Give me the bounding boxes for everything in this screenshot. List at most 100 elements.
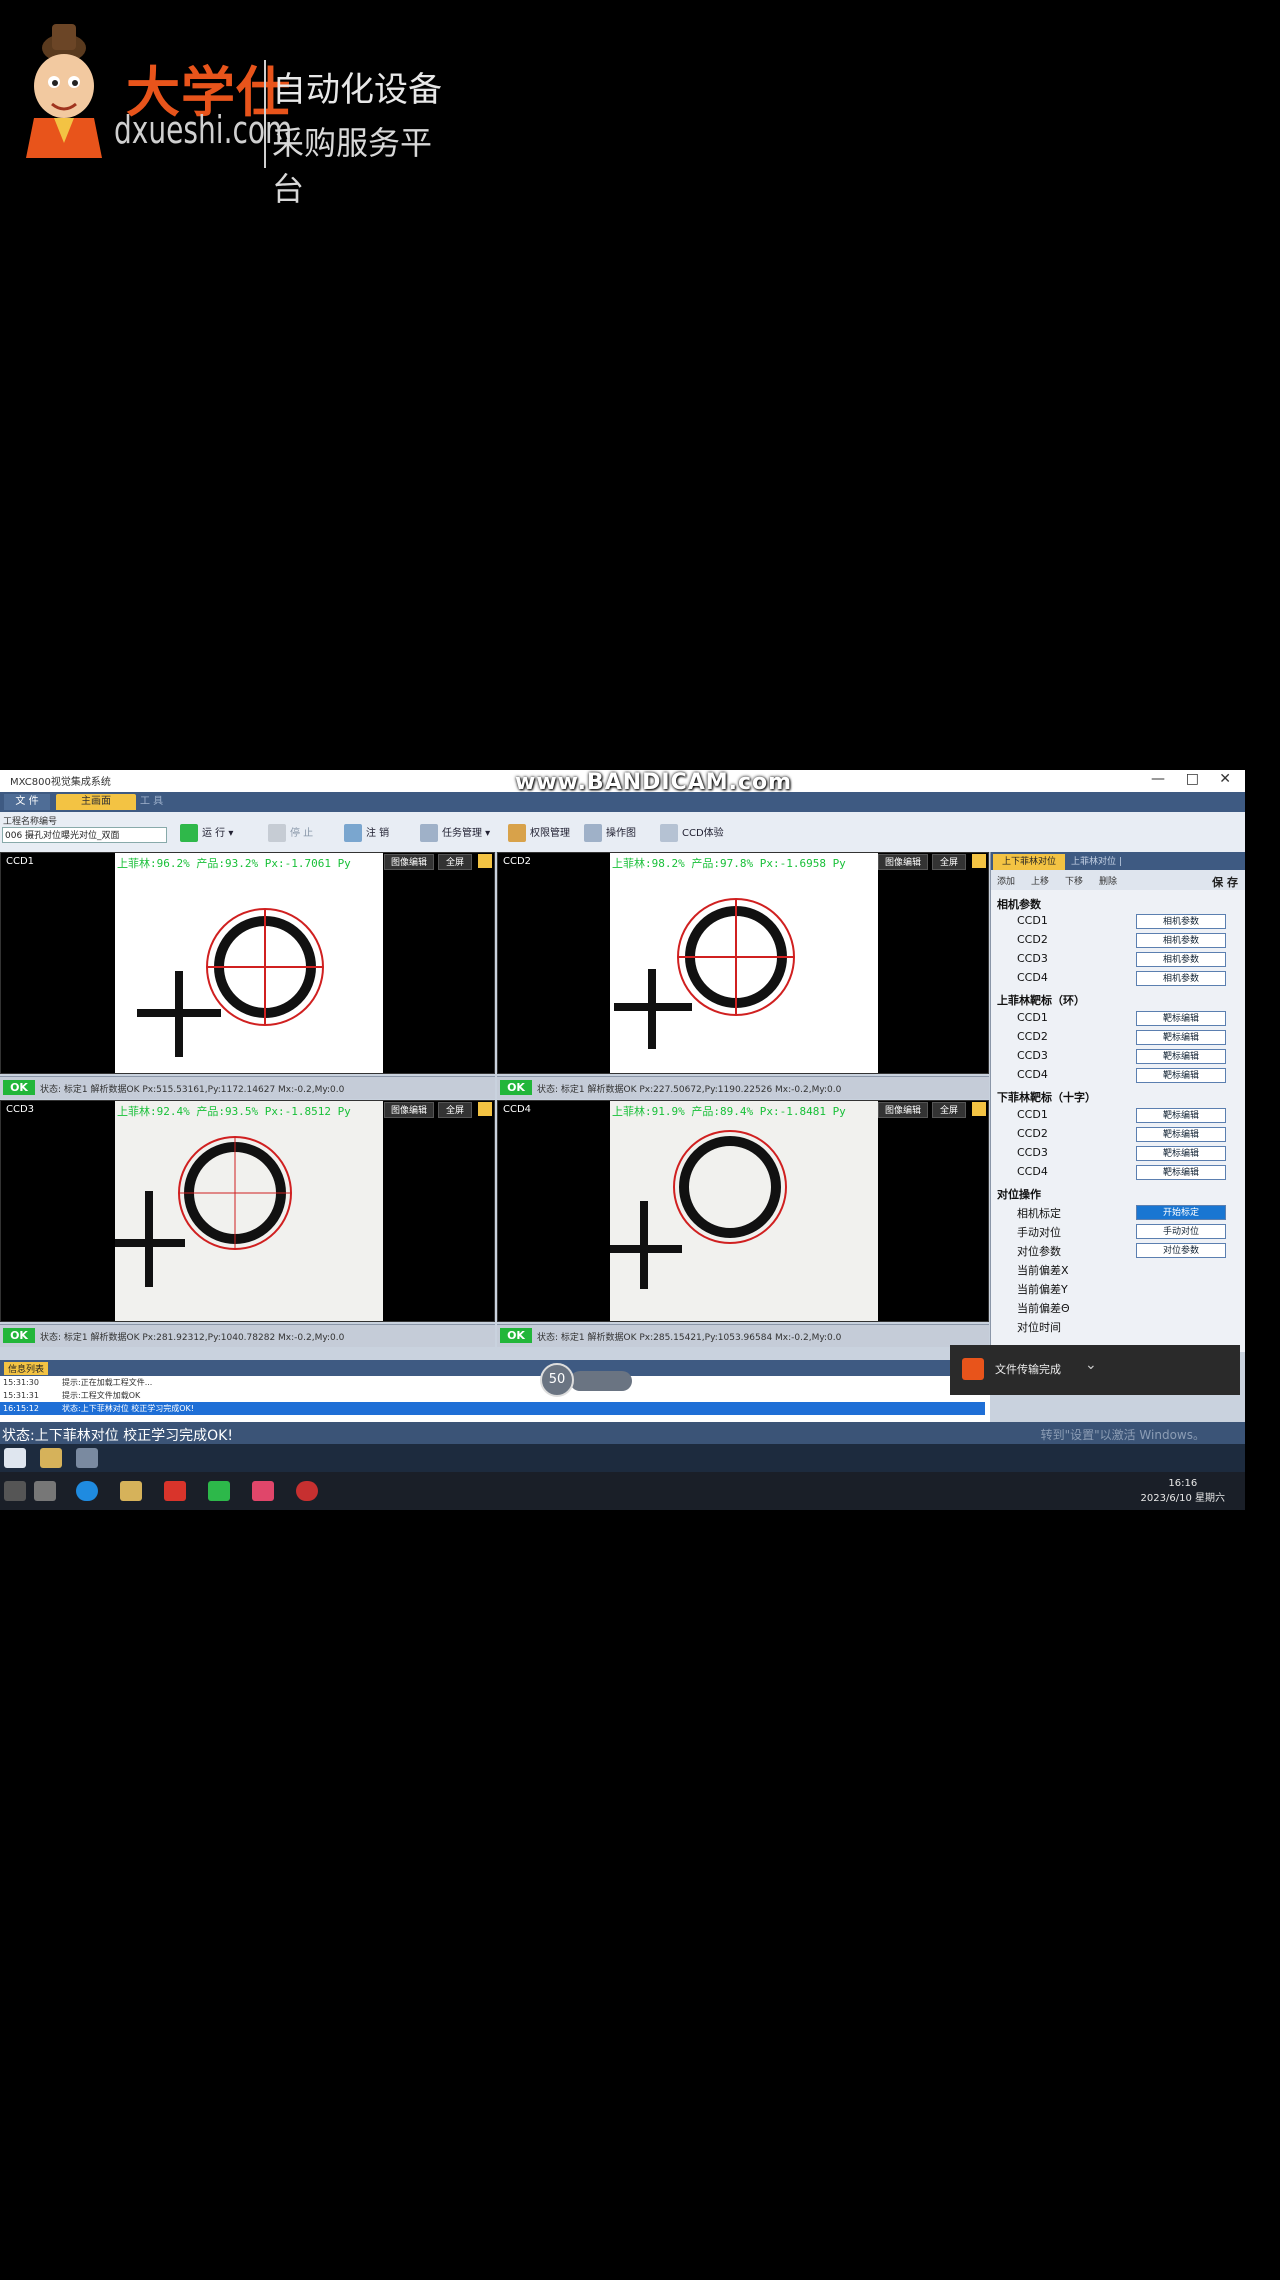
camera-view-ccd3[interactable]: CCD3 上菲林:92.4% 产品:93.5% Px:-1.8512 Py 图像… bbox=[0, 1100, 495, 1322]
task-view-icon[interactable] bbox=[34, 1481, 56, 1501]
target-edit-button[interactable]: 靶标编辑 bbox=[1136, 1108, 1226, 1123]
menu-file[interactable]: 文 件 bbox=[4, 794, 50, 810]
tab-tools[interactable]: 工 具 bbox=[140, 794, 180, 810]
target-edit-button[interactable]: 靶标编辑 bbox=[1136, 1165, 1226, 1180]
wps-icon[interactable] bbox=[164, 1481, 186, 1501]
target-edit-button[interactable]: 靶标编辑 bbox=[1136, 1146, 1226, 1161]
folder-icon bbox=[962, 1358, 984, 1380]
manual-align-button[interactable]: 手动对位 bbox=[1136, 1224, 1226, 1239]
tab-main[interactable]: 主画面 bbox=[56, 794, 136, 810]
minimize-button[interactable]: — bbox=[1151, 771, 1165, 787]
image-edit-button[interactable]: 图像编辑 bbox=[384, 854, 434, 870]
diagram-icon bbox=[584, 824, 602, 842]
message-time: 16:15:12 bbox=[3, 1404, 39, 1413]
browser-icon[interactable] bbox=[76, 1481, 98, 1501]
record-icon[interactable] bbox=[296, 1481, 318, 1501]
camera-status-text: 状态: 标定1 解析数据OK Px:281.92312,Py:1040.7828… bbox=[40, 1333, 345, 1343]
target-edit-button[interactable]: 靶标编辑 bbox=[1136, 1049, 1226, 1064]
camera-status-ccd2: OK 状态: 标定1 解析数据OK Px:227.50672,Py:1190.2… bbox=[497, 1076, 989, 1099]
fullscreen-button[interactable]: 全屏 bbox=[438, 1102, 472, 1118]
explorer-icon[interactable] bbox=[120, 1481, 142, 1501]
run-button[interactable]: 运 行 ▾ bbox=[180, 824, 233, 844]
sequence-label: 操作图 bbox=[606, 828, 636, 839]
start-calibration-button[interactable]: 开始标定 bbox=[1136, 1205, 1226, 1220]
stop-button[interactable]: 停 止 bbox=[268, 824, 313, 844]
grid-icon bbox=[660, 824, 678, 842]
camera-image: 上菲林:98.2% 产品:97.8% Px:-1.6958 Py bbox=[610, 853, 878, 1073]
camera-status-text: 状态: 标定1 解析数据OK Px:515.53161,Py:1172.1462… bbox=[40, 1085, 345, 1095]
folder-icon[interactable] bbox=[40, 1448, 62, 1468]
item-label: CCD1 bbox=[1017, 1108, 1048, 1121]
wechat-icon[interactable] bbox=[208, 1481, 230, 1501]
image-edit-button[interactable]: 图像编辑 bbox=[878, 854, 928, 870]
stop-label: 停 止 bbox=[290, 828, 314, 839]
logout-button[interactable]: 注 销 bbox=[344, 824, 389, 844]
pin-icon[interactable] bbox=[478, 1102, 492, 1116]
list-item[interactable]: 16:15:12 状态:上下菲林对位 校正学习完成OK! bbox=[0, 1402, 985, 1415]
image-edit-button[interactable]: 图像编辑 bbox=[384, 1102, 434, 1118]
message-list-header: 信息列表 bbox=[0, 1362, 990, 1376]
dxueshi-logo: 大学仕 dxueshi.com 自动化设备 采购服务平台 bbox=[14, 18, 444, 208]
app-icon[interactable] bbox=[76, 1448, 98, 1468]
maximize-button[interactable]: □ bbox=[1186, 771, 1199, 787]
pin-icon[interactable] bbox=[478, 854, 492, 868]
message-time: 15:31:30 bbox=[3, 1378, 39, 1387]
section-camera-params[interactable]: 相机参数 bbox=[997, 896, 1041, 912]
camera-view-ccd2[interactable]: CCD2 上菲林:98.2% 产品:97.8% Px:-1.6958 Py 图像… bbox=[497, 852, 989, 1074]
item-label: CCD3 bbox=[1017, 1049, 1048, 1062]
windows-start-icon[interactable] bbox=[4, 1448, 26, 1468]
item-label: CCD3 bbox=[1017, 952, 1048, 965]
item-label: 当前偏差Y bbox=[1017, 1283, 1068, 1296]
close-button[interactable]: ✕ bbox=[1219, 771, 1231, 787]
chevron-down-icon[interactable]: ⌄ bbox=[1085, 1357, 1097, 1373]
fullscreen-button[interactable]: 全屏 bbox=[438, 854, 472, 870]
tab-top-film-alignment[interactable]: 上菲林对位 | bbox=[1071, 854, 1151, 870]
target-edit-button[interactable]: 靶标编辑 bbox=[1136, 1068, 1226, 1083]
notification-text: 文件传输完成 bbox=[995, 1363, 1061, 1376]
section-top-film-ring[interactable]: 上菲林靶标（环） bbox=[997, 992, 1085, 1008]
task-manager-button[interactable]: 任务管理 ▾ bbox=[420, 824, 490, 844]
fullscreen-button[interactable]: 全屏 bbox=[932, 1102, 966, 1118]
list-item[interactable]: 15:31:30 提示:正在加载工程文件... bbox=[0, 1376, 985, 1389]
move-down-button[interactable]: 下移 bbox=[1065, 874, 1083, 887]
target-edit-button[interactable]: 靶标编辑 bbox=[1136, 1127, 1226, 1142]
section-bottom-film-cross[interactable]: 下菲林靶标（十字） bbox=[997, 1089, 1096, 1105]
item-label: 手动对位 bbox=[1017, 1226, 1061, 1239]
camera-params-button[interactable]: 相机参数 bbox=[1136, 933, 1226, 948]
align-params-button[interactable]: 对位参数 bbox=[1136, 1243, 1226, 1258]
status-text: 状态:上下菲林对位 校正学习完成OK! bbox=[2, 1428, 233, 1444]
item-label: CCD1 bbox=[1017, 1011, 1048, 1024]
pin-icon[interactable] bbox=[972, 854, 986, 868]
ok-badge: OK bbox=[3, 1080, 35, 1095]
taskbar-clock[interactable]: 16:16 2023/6/10 星期六 bbox=[1141, 1476, 1225, 1506]
ccd-test-button[interactable]: CCD体验 bbox=[660, 824, 724, 844]
camera-view-ccd1[interactable]: CCD1 上菲林:96.2% 产品:93.2% Px:-1.7061 Py 图像… bbox=[0, 852, 495, 1074]
app-icon[interactable] bbox=[252, 1481, 274, 1501]
tab-dual-film-alignment[interactable]: 上下菲林对位 bbox=[993, 854, 1065, 870]
permission-button[interactable]: 权限管理 bbox=[508, 824, 570, 844]
image-edit-button[interactable]: 图像编辑 bbox=[878, 1102, 928, 1118]
add-button[interactable]: 添加 bbox=[997, 874, 1015, 887]
file-transfer-notification[interactable]: 文件传输完成 ⌄ bbox=[950, 1345, 1240, 1395]
menu-bar: 文 件 主画面 工 具 bbox=[0, 792, 1245, 812]
camera-params-button[interactable]: 相机参数 bbox=[1136, 952, 1226, 967]
delete-button[interactable]: 删除 bbox=[1099, 874, 1117, 887]
start-icon[interactable] bbox=[4, 1481, 26, 1501]
target-edit-button[interactable]: 靶标编辑 bbox=[1136, 1011, 1226, 1026]
sequence-button[interactable]: 操作图 bbox=[584, 824, 636, 844]
ok-badge: OK bbox=[500, 1080, 532, 1095]
camera-params-button[interactable]: 相机参数 bbox=[1136, 914, 1226, 929]
camera-params-button[interactable]: 相机参数 bbox=[1136, 971, 1226, 986]
target-edit-button[interactable]: 靶标编辑 bbox=[1136, 1030, 1226, 1045]
list-item[interactable]: 15:31:31 提示:工程文件加载OK bbox=[0, 1389, 985, 1402]
section-alignment-ops[interactable]: 对位操作 bbox=[997, 1186, 1041, 1202]
save-button[interactable]: 保 存 bbox=[1212, 874, 1238, 890]
camera-view-ccd4[interactable]: CCD4 上菲林:91.9% 产品:89.4% Px:-1.8481 Py 图像… bbox=[497, 1100, 989, 1322]
project-select[interactable]: 006 摄孔对位曝光对位_双面 bbox=[2, 827, 167, 843]
fullscreen-button[interactable]: 全屏 bbox=[932, 854, 966, 870]
brand-tagline-1: 自动化设备 bbox=[272, 70, 442, 110]
speed-indicator: 50 bbox=[540, 1363, 635, 1397]
camera-status-ccd3: OK 状态: 标定1 解析数据OK Px:281.92312,Py:1040.7… bbox=[0, 1324, 495, 1347]
move-up-button[interactable]: 上移 bbox=[1031, 874, 1049, 887]
pin-icon[interactable] bbox=[972, 1102, 986, 1116]
